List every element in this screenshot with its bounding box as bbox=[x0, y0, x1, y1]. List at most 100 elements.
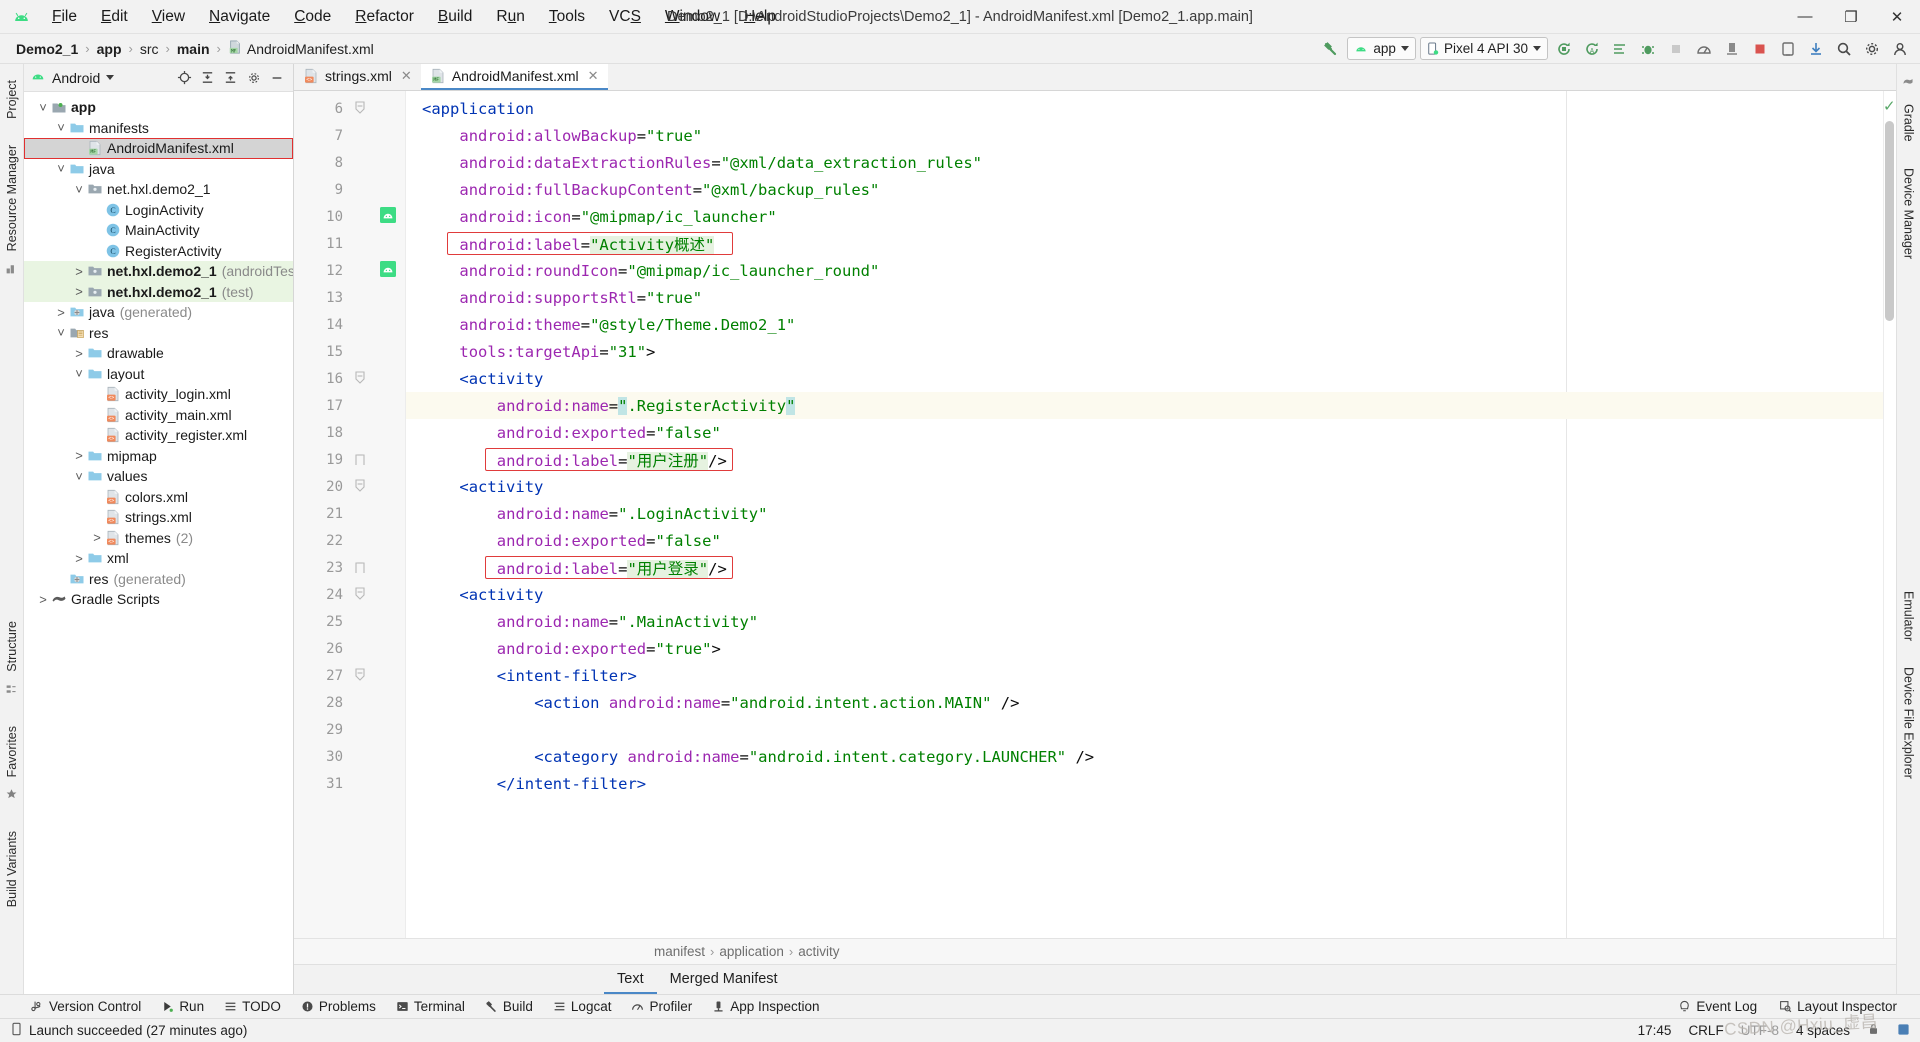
chevron-right-icon[interactable]: ˃ bbox=[72, 551, 86, 566]
editor-crumb-application[interactable]: application bbox=[719, 944, 784, 959]
toolwindow-problems[interactable]: Problems bbox=[292, 997, 385, 1016]
code-line[interactable] bbox=[406, 716, 1883, 743]
code-line[interactable]: <activity bbox=[406, 581, 1883, 608]
hide-panel-icon[interactable] bbox=[266, 67, 287, 88]
stop-icon-grey[interactable] bbox=[1664, 38, 1688, 60]
menu-view[interactable]: View bbox=[140, 5, 197, 29]
code-line[interactable]: android:label="Activity概述" bbox=[406, 230, 1883, 257]
chevron-down-icon[interactable]: ˅ bbox=[72, 469, 86, 484]
toolwindow-terminal[interactable]: Terminal bbox=[387, 997, 474, 1016]
code-line[interactable]: <action android:name="android.intent.act… bbox=[406, 689, 1883, 716]
tree-item-themes[interactable]: ˃ <> themes (2) bbox=[24, 528, 293, 549]
editor-tab-androidmanifest-xml[interactable]: MF AndroidManifest.xml ✕ bbox=[420, 64, 608, 90]
toolwindow-layout-inspector[interactable]: Layout Inspector bbox=[1770, 997, 1906, 1016]
code-line[interactable]: android:fullBackupContent="@xml/backup_r… bbox=[406, 176, 1883, 203]
code-line[interactable]: android:exported="false" bbox=[406, 419, 1883, 446]
menu-navigate[interactable]: Navigate bbox=[197, 5, 282, 29]
fold-end-icon[interactable] bbox=[353, 559, 367, 578]
tree-item-strings-xml[interactable]: <> strings.xml bbox=[24, 507, 293, 528]
run-anything-icon[interactable] bbox=[1608, 38, 1632, 60]
expand-all-icon[interactable] bbox=[220, 67, 241, 88]
tree-item-mainactivity[interactable]: C MainActivity bbox=[24, 220, 293, 241]
toolwindow-logcat[interactable]: Logcat bbox=[544, 997, 621, 1016]
left-tab-build-variants[interactable]: Build Variants bbox=[3, 825, 21, 913]
account-icon[interactable] bbox=[1888, 38, 1912, 60]
menu-help[interactable]: Help bbox=[732, 5, 788, 29]
device-manager-icon[interactable] bbox=[1776, 38, 1800, 60]
menu-edit[interactable]: Edit bbox=[89, 5, 140, 29]
tree-item-values[interactable]: ˅ values bbox=[24, 466, 293, 487]
toolwindow-event-log[interactable]: Event Log bbox=[1669, 997, 1766, 1016]
tree-item-res[interactable]: res (generated) bbox=[24, 569, 293, 590]
code-line[interactable]: android:allowBackup="true" bbox=[406, 122, 1883, 149]
event-indicator-icon[interactable] bbox=[1897, 1023, 1910, 1039]
code-line[interactable]: android:label="用户注册"/> bbox=[406, 446, 1883, 473]
tab-merged-manifest[interactable]: Merged Manifest bbox=[657, 965, 791, 994]
tree-item-activity_login-xml[interactable]: <> activity_login.xml bbox=[24, 384, 293, 405]
toolwindow-build[interactable]: Build bbox=[476, 997, 542, 1016]
toolwindow-app-inspection[interactable]: App Inspection bbox=[703, 997, 828, 1016]
tree-item-mipmap[interactable]: ˃ mipmap bbox=[24, 446, 293, 467]
fold-collapse-icon[interactable] bbox=[353, 586, 367, 605]
chevron-down-icon[interactable] bbox=[106, 75, 115, 80]
code-line[interactable]: <application bbox=[406, 95, 1883, 122]
tree-item-androidmanifest-xml[interactable]: MF AndroidManifest.xml bbox=[24, 138, 293, 159]
fold-collapse-icon[interactable] bbox=[353, 370, 367, 389]
left-tab-resource-manager[interactable]: Resource Manager bbox=[3, 139, 21, 257]
status-line-separator[interactable]: CRLF bbox=[1688, 1023, 1723, 1038]
tree-item-net-hxl-demo2_1[interactable]: ˅ net.hxl.demo2_1 bbox=[24, 179, 293, 200]
search-icon[interactable] bbox=[1832, 38, 1856, 60]
left-tab-structure[interactable]: Structure bbox=[3, 615, 21, 678]
editor-crumb-manifest[interactable]: manifest bbox=[654, 944, 705, 959]
fold-collapse-icon[interactable] bbox=[353, 100, 367, 119]
editor-gutter[interactable]: 6 7 8 9 10 11 12 13 14 15 16 17 18 19 20 21 22 23 24 25 26 27… bbox=[294, 91, 406, 938]
fold-collapse-icon[interactable] bbox=[353, 478, 367, 497]
menu-file[interactable]: FFileile bbox=[40, 5, 89, 29]
menu-tools[interactable]: Tools bbox=[537, 5, 597, 29]
chevron-right-icon[interactable]: ˃ bbox=[36, 592, 50, 607]
android-resource-marker-icon[interactable] bbox=[380, 207, 397, 224]
code-editor[interactable]: 6 7 8 9 10 11 12 13 14 15 16 17 18 19 20 21 22 23 24 25 26 27… bbox=[294, 91, 1896, 938]
maximize-button[interactable]: ❐ bbox=[1828, 0, 1874, 34]
right-tab-device-file-explorer[interactable]: Device File Explorer bbox=[1900, 661, 1918, 785]
code-line[interactable]: <activity bbox=[406, 365, 1883, 392]
tree-item-activity_register-xml[interactable]: <> activity_register.xml bbox=[24, 425, 293, 446]
tree-item-colors-xml[interactable]: <> colors.xml bbox=[24, 487, 293, 508]
close-icon[interactable]: ✕ bbox=[401, 68, 412, 84]
close-icon[interactable]: ✕ bbox=[588, 68, 599, 84]
tree-item-registeractivity[interactable]: C RegisterActivity bbox=[24, 241, 293, 262]
lock-icon[interactable] bbox=[1867, 1022, 1880, 1039]
editor-tab-strings-xml[interactable]: <> strings.xml ✕ bbox=[294, 64, 421, 90]
toolwindow-profiler[interactable]: Profiler bbox=[622, 997, 701, 1016]
code-content[interactable]: <application android:allowBackup="true" an… bbox=[406, 91, 1883, 938]
debug-icon[interactable] bbox=[1636, 38, 1660, 60]
minimize-button[interactable]: — bbox=[1782, 0, 1828, 34]
breadcrumb-src[interactable]: src bbox=[134, 40, 165, 58]
chevron-right-icon[interactable]: ˃ bbox=[90, 530, 104, 545]
left-tab-favorites[interactable]: Favorites bbox=[3, 720, 21, 783]
avd-manager-icon[interactable]: A bbox=[1580, 38, 1604, 60]
menu-run[interactable]: Run bbox=[484, 5, 536, 29]
tree-item-activity_main-xml[interactable]: <> activity_main.xml bbox=[24, 405, 293, 426]
breadcrumb-file[interactable]: MF AndroidManifest.xml bbox=[222, 39, 380, 58]
chevron-down-icon[interactable]: ˅ bbox=[54, 120, 68, 135]
code-line[interactable]: android:name=".RegisterActivity" bbox=[406, 392, 1883, 419]
code-line[interactable]: <intent-filter> bbox=[406, 662, 1883, 689]
tree-item-java[interactable]: ˅ java bbox=[24, 159, 293, 180]
code-line[interactable]: tools:targetApi="31"> bbox=[406, 338, 1883, 365]
collapse-all-icon[interactable] bbox=[197, 67, 218, 88]
code-line[interactable]: android:roundIcon="@mipmap/ic_launcher_r… bbox=[406, 257, 1883, 284]
tree-item-net-hxl-demo2_1[interactable]: ˃ net.hxl.demo2_1 (test) bbox=[24, 281, 293, 302]
status-indent[interactable]: 4 spaces bbox=[1796, 1023, 1850, 1038]
code-line[interactable]: android:name=".LoginActivity" bbox=[406, 500, 1883, 527]
device-selector[interactable]: Pixel 4 API 30 bbox=[1419, 37, 1548, 60]
menu-build[interactable]: Build bbox=[426, 5, 484, 29]
chevron-down-icon[interactable]: ˅ bbox=[54, 161, 68, 176]
fold-collapse-icon[interactable] bbox=[353, 667, 367, 686]
stop-red-icon[interactable] bbox=[1748, 38, 1772, 60]
code-line[interactable]: </intent-filter> bbox=[406, 770, 1883, 797]
right-tab-gradle[interactable]: Gradle bbox=[1900, 98, 1918, 148]
android-resource-marker-icon[interactable] bbox=[380, 261, 397, 278]
code-line[interactable]: android:name=".MainActivity" bbox=[406, 608, 1883, 635]
tree-item-app[interactable]: ˅ app bbox=[24, 97, 293, 118]
